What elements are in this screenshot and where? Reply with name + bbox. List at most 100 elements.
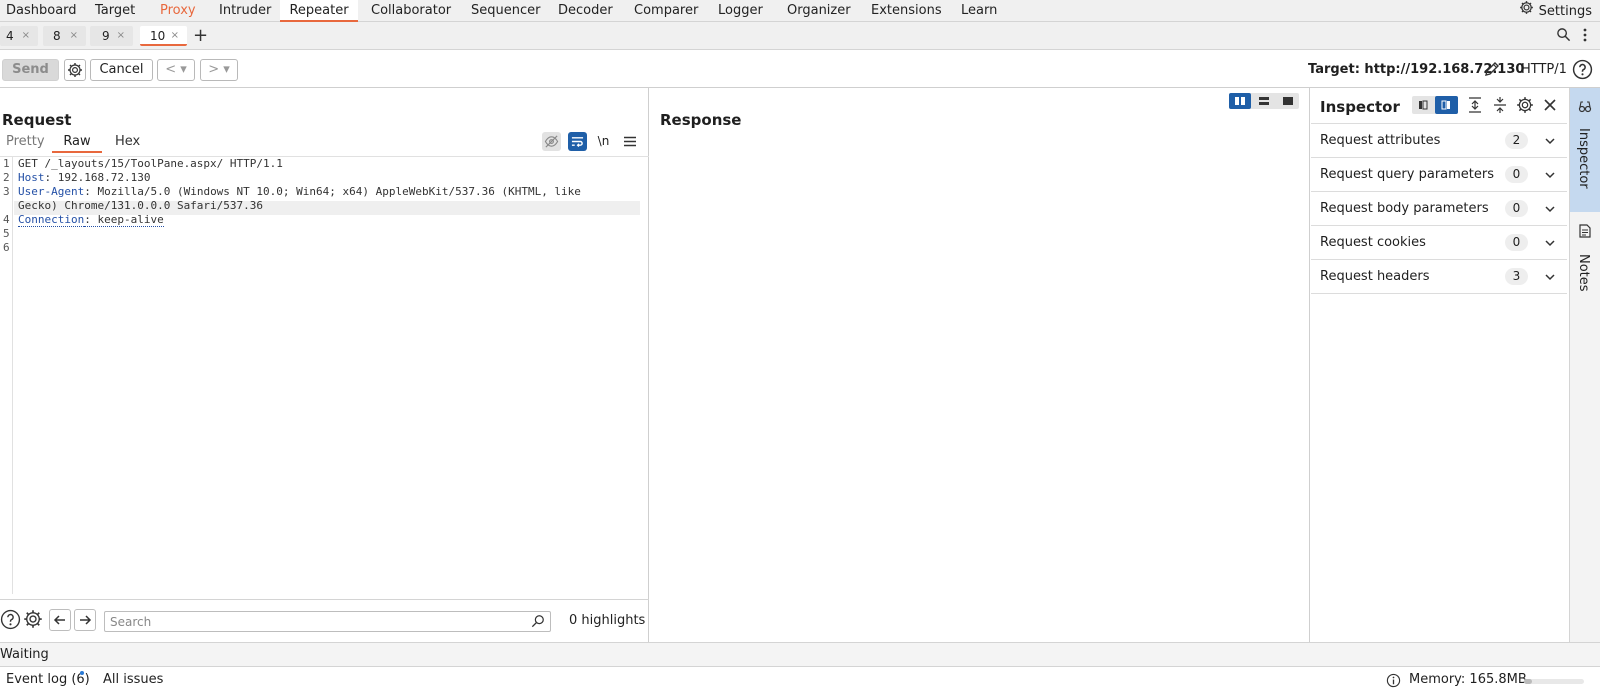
previous-match-button[interactable] [49,609,71,631]
rail-tab-inspector[interactable]: Inspector [1570,88,1600,212]
memory-bar-fill [1524,679,1532,684]
tab-label: 8 [53,29,61,43]
inspector-layout-toggle [1412,96,1458,114]
tab-hex[interactable]: Hex [115,133,140,153]
line-number: 6 [3,241,10,254]
inspector-row-query-parameters[interactable]: Request query parameters 0 [1311,158,1567,192]
inspector-row-body-parameters[interactable]: Request body parameters 0 [1311,192,1567,226]
tab-extensions[interactable]: Extensions [871,0,942,22]
tab-learn[interactable]: Learn [961,0,997,22]
tab-dashboard[interactable]: Dashboard [6,0,77,22]
layout-left-icon[interactable] [1412,96,1434,118]
edit-target-button[interactable] [1483,60,1501,82]
layout-toggle [1229,93,1299,109]
tab-comparer[interactable]: Comparer [634,0,698,22]
request-settings-button[interactable] [64,59,86,81]
line-number: 2 [3,171,10,184]
close-icon[interactable]: × [171,26,179,46]
history-forward-button[interactable]: > ▾ [200,59,238,81]
eye-off-icon [544,135,559,152]
row-label: Request headers [1320,269,1430,284]
collapse-all-icon[interactable] [1492,96,1508,114]
tab-raw[interactable]: Raw [52,133,102,153]
response-title: Response [660,111,742,129]
request-title: Request [2,111,72,129]
layout-tabs-button[interactable] [1277,93,1299,109]
info-icon [1386,673,1401,691]
arrow-right-icon [75,615,95,634]
chevron-down-icon [1544,271,1556,287]
inspector-row-cookies[interactable]: Request cookies 0 [1311,226,1567,260]
more-options-icon[interactable] [1582,27,1588,47]
inspector-settings-icon[interactable] [1516,96,1534,114]
line-number: 1 [3,157,10,170]
add-tab-button[interactable]: + [193,25,208,47]
rail-tab-notes[interactable]: Notes [1570,212,1600,312]
repeater-tab-10[interactable]: 10 × [140,26,187,46]
layout-stacked-button[interactable] [1253,93,1275,109]
close-icon[interactable] [1542,96,1558,114]
repeater-tab-4[interactable]: 4 × [0,26,38,46]
count-badge: 0 [1505,234,1528,251]
memory-usage: Memory: 165.8MB [1409,672,1527,687]
next-match-button[interactable] [74,609,96,631]
word-wrap-toggle[interactable] [568,132,587,151]
settings-button[interactable]: Settings [1519,0,1592,22]
tab-collaborator[interactable]: Collaborator [371,0,451,22]
pencil-icon [1483,62,1501,82]
layout-side-by-side-button[interactable] [1229,93,1251,109]
row-label: Request attributes [1320,133,1441,148]
search-settings-button[interactable] [23,609,45,631]
status-line: Waiting [0,642,1600,667]
help-button[interactable] [0,609,22,631]
inspector-icon [1578,100,1592,118]
help-button[interactable] [1572,59,1593,84]
count-badge: 0 [1505,166,1528,183]
search-input[interactable] [104,611,551,632]
tab-label: 9 [102,29,110,43]
gear-icon [1519,0,1534,22]
all-issues-link[interactable]: All issues [103,672,163,687]
tab-intruder[interactable]: Intruder [219,0,271,22]
tab-proxy[interactable]: Proxy [160,0,196,22]
close-icon[interactable]: × [117,26,125,46]
tab-organizer[interactable]: Organizer [787,0,851,22]
request-line: GET /_layouts/15/ToolPane.aspx/ HTTP/1.1 [18,157,283,170]
repeater-toolbar: Send Cancel < ▾ > ▾ Target: http://192.1… [0,50,1600,88]
repeater-tab-9[interactable]: 9 × [90,26,133,46]
status-text: Waiting [0,647,49,662]
inspector-title: Inspector [1320,98,1400,116]
inspector-row-request-attributes[interactable]: Request attributes 2 [1311,124,1567,158]
settings-label: Settings [1538,3,1592,19]
line-number: 4 [3,213,10,226]
http-version-label[interactable]: HTTP/1 [1521,60,1567,80]
single-pane-icon [1277,97,1299,113]
tab-logger[interactable]: Logger [718,0,763,22]
tab-sequencer[interactable]: Sequencer [471,0,540,22]
search-icon[interactable] [1556,27,1571,46]
inspector-row-headers[interactable]: Request headers 3 [1311,260,1567,294]
repeater-tab-8[interactable]: 8 × [43,26,86,46]
request-editor[interactable]: 1 2 3 4 5 6 GET /_layouts/15/ToolPane.as… [0,156,649,594]
send-button[interactable]: Send [2,59,59,81]
hide-non-printable-toggle[interactable] [542,132,561,151]
rail-label: Notes [1576,254,1591,292]
row-label: Request cookies [1320,235,1426,250]
expand-all-icon[interactable] [1467,96,1483,114]
history-back-button[interactable]: < ▾ [157,59,195,81]
request-panel: Request Pretty Raw Hex \n 1 2 3 4 5 6 GE… [0,88,649,642]
newline-toggle[interactable]: \n [594,132,613,151]
tab-pretty[interactable]: Pretty [6,133,45,153]
tab-repeater[interactable]: Repeater [280,0,358,22]
header-value: : Mozilla/5.0 (Windows NT 10.0; Win64; x… [84,185,581,198]
tab-decoder[interactable]: Decoder [558,0,613,22]
layout-right-icon[interactable] [1435,96,1458,114]
rail-label: Inspector [1576,128,1591,189]
chevron-down-icon [1544,237,1556,253]
close-icon[interactable]: × [70,26,78,46]
close-icon[interactable]: × [22,26,30,46]
cancel-button[interactable]: Cancel [90,59,153,81]
event-log-link[interactable]: Event log (6) [6,672,90,687]
editor-menu-button[interactable] [620,132,639,151]
tab-target[interactable]: Target [95,0,135,22]
